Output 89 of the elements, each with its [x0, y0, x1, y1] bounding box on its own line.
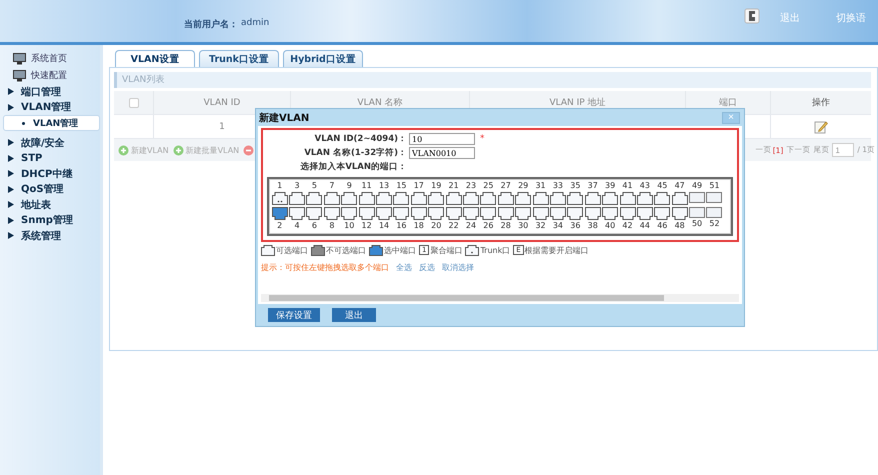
tab[interactable]: Trunk口设置	[199, 50, 279, 67]
port-number: 11	[362, 181, 372, 191]
port-number: 44	[640, 221, 650, 231]
port-number: 20	[431, 221, 442, 231]
sidebar-item[interactable]: STP	[0, 150, 100, 166]
port-number: 9	[346, 181, 352, 191]
port-number: 49	[692, 181, 702, 191]
sidebar-item[interactable]: 快速配置	[0, 67, 100, 84]
port-number: 24	[466, 221, 476, 231]
sidebar-item[interactable]: 地址表	[0, 197, 100, 212]
legend-label: Trunk口	[480, 244, 510, 256]
port-number: 14	[378, 221, 390, 231]
sidebar-item[interactable]: Snmp管理	[0, 212, 100, 228]
tab[interactable]: Hybrid口设置	[283, 50, 363, 67]
port-number: 22	[448, 221, 459, 231]
port-number: 51	[709, 181, 720, 191]
legend-label: 聚合端口	[430, 244, 462, 256]
port-number: 8	[329, 221, 334, 231]
port-number: 35	[570, 181, 580, 191]
port-number: 17	[414, 181, 424, 191]
port-number: 6	[312, 221, 318, 231]
selection-link[interactable]: 反选	[419, 262, 435, 273]
port-number: 29	[518, 181, 528, 191]
port-number: 48	[674, 221, 685, 231]
port-number: 46	[657, 221, 668, 231]
dialog-button[interactable]: 退出	[332, 308, 376, 322]
selection-link[interactable]: 取消选择	[442, 262, 474, 273]
port-number: 19	[431, 181, 442, 191]
port-number: 13	[378, 181, 390, 191]
port-number: 3	[294, 181, 300, 191]
port-number: 43	[640, 181, 650, 191]
port-number: 12	[362, 221, 372, 231]
field-label: VLAN 名称(1-32字符)：	[303, 147, 407, 159]
legend-label: 可选端口	[276, 244, 308, 256]
sidebar-subitem[interactable]: VLAN管理	[3, 115, 100, 131]
port-number: 36	[570, 221, 580, 231]
port-number: 41	[622, 181, 633, 191]
port-number: 34	[552, 221, 564, 231]
port-number: 23	[466, 181, 476, 191]
sidebar-item[interactable]: 系统管理	[0, 228, 100, 244]
sidebar-item[interactable]: 故障/安全	[0, 135, 100, 150]
dialog-button[interactable]: 保存设置	[268, 308, 320, 322]
input-field[interactable]: 10	[409, 133, 475, 145]
user-name: admin	[241, 18, 270, 30]
port-number: 21	[448, 181, 459, 191]
legend-label: 选中端口	[384, 244, 416, 256]
sidebar-item[interactable]: DHCP中继	[0, 166, 100, 182]
sidebar-item[interactable]: VLAN管理	[0, 100, 100, 115]
port-number: 31	[535, 181, 546, 191]
required-mark: *	[480, 134, 484, 144]
port-number: 37	[588, 181, 598, 191]
port-number: 18	[414, 221, 424, 231]
port-number: 50	[692, 219, 702, 229]
port-number: 28	[500, 221, 511, 231]
legend-label: 不可选端口	[326, 244, 366, 256]
port-number: 27	[500, 181, 511, 191]
port-number: 47	[674, 181, 685, 191]
port-number: 15	[396, 181, 407, 191]
port-number: 32	[535, 221, 546, 231]
port-number: 25	[483, 181, 494, 191]
port-number: 42	[622, 221, 633, 231]
tab[interactable]: VLAN设置	[115, 50, 195, 67]
port-number: 40	[605, 221, 616, 231]
selection-link[interactable]: 全选	[396, 262, 412, 273]
port-number: 2	[277, 221, 282, 231]
port-number: 33	[552, 181, 564, 191]
port-number: 7	[329, 181, 334, 191]
port-number: 16	[396, 221, 407, 231]
port-number: 52	[709, 219, 720, 229]
port-number: 38	[588, 221, 598, 231]
port-number: 26	[483, 221, 494, 231]
sidebar-item[interactable]: QoS管理	[0, 182, 100, 197]
hint-text: 提示：可按住左键拖拽选取多个端口	[261, 262, 389, 273]
table-header-cell-text: 操作	[811, 96, 831, 110]
port-number: 4	[294, 221, 300, 231]
port-number: 10	[344, 221, 354, 231]
field-label: 选择加入本VLAN的端口：	[299, 161, 407, 173]
input-field[interactable]: VLAN0010	[409, 147, 475, 159]
user-label: 当前用户名：	[184, 18, 238, 31]
section-title: VLAN列表	[114, 72, 871, 88]
sidebar-item[interactable]: 系统首页	[0, 50, 100, 67]
sidebar-item[interactable]: 端口管理	[0, 84, 100, 100]
field-label: VLAN ID(2~4094)：	[314, 133, 407, 145]
legend-label: 根据需要开启端口	[524, 244, 589, 256]
port-number: 5	[312, 181, 318, 191]
port-number: 45	[657, 181, 668, 191]
port-number: 30	[518, 221, 528, 231]
port-number: 39	[605, 181, 616, 191]
port-number: 1	[277, 181, 282, 191]
